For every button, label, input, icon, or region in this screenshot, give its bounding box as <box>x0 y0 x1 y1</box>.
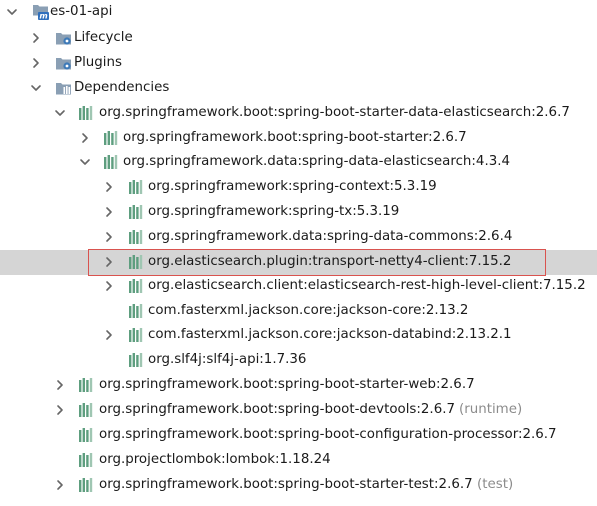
dependency-scope: (runtime) <box>459 402 523 417</box>
node-label: org.springframework.boot:spring-boot-dev… <box>99 402 455 417</box>
chevron-right-icon[interactable] <box>78 131 92 145</box>
maven-module-icon: m <box>32 3 50 21</box>
node-label: org.springframework.boot:spring-boot-con… <box>99 427 557 442</box>
library-icon <box>128 303 146 319</box>
node-label: org.elasticsearch.client:elasticsearch-r… <box>148 278 586 293</box>
library-icon <box>128 254 146 270</box>
dependency-node[interactable]: org.springframework.data:spring-data-com… <box>0 225 597 250</box>
node-label: es-01-api <box>50 4 113 19</box>
library-icon <box>128 179 146 195</box>
dependency-node[interactable]: com.fasterxml.jackson.core:jackson-datab… <box>0 323 597 348</box>
library-icon <box>128 278 146 294</box>
chevron-right-icon[interactable] <box>102 279 116 293</box>
node-label: org.slf4j:slf4j-api:1.7.36 <box>148 352 307 367</box>
chevron-down-icon[interactable] <box>29 81 43 95</box>
chevron-right-icon[interactable] <box>53 478 67 492</box>
folder-gear-icon <box>55 30 73 46</box>
node-label: org.springframework.boot:spring-boot-sta… <box>99 477 473 492</box>
node-label: org.projectlombok:lombok:1.18.24 <box>99 452 331 467</box>
node-label: org.springframework:spring-tx:5.3.19 <box>148 204 400 219</box>
dependency-node[interactable]: org.springframework:spring-tx:5.3.19 <box>0 200 597 225</box>
dependency-node[interactable]: org.projectlombok:lombok:1.18.24 <box>0 448 597 473</box>
chevron-right-icon[interactable] <box>53 378 67 392</box>
dependency-node[interactable]: org.springframework.boot:spring-boot-sta… <box>0 126 597 151</box>
chevron-right-icon[interactable] <box>102 180 116 194</box>
library-icon <box>78 402 96 418</box>
chevron-right-icon[interactable] <box>53 403 67 417</box>
dependency-scope: (test) <box>477 477 514 492</box>
dependency-node[interactable]: org.springframework.boot:spring-boot-dev… <box>0 398 597 423</box>
tree-folder-node[interactable]: Dependencies <box>0 76 597 101</box>
node-label: org.springframework.boot:spring-boot-sta… <box>99 377 475 392</box>
library-icon <box>103 154 121 170</box>
chevron-right-icon[interactable] <box>29 31 43 45</box>
dependency-node[interactable]: org.elasticsearch.client:elasticsearch-r… <box>0 274 597 299</box>
chevron-right-icon[interactable] <box>102 205 116 219</box>
node-label: Lifecycle <box>74 30 133 45</box>
library-icon <box>128 204 146 220</box>
chevron-down-icon[interactable] <box>53 106 67 120</box>
dependency-node[interactable]: org.slf4j:slf4j-api:1.7.36 <box>0 348 597 373</box>
node-label: org.springframework.data:spring-data-com… <box>148 229 513 244</box>
chevron-right-icon[interactable] <box>29 56 43 70</box>
dependency-node[interactable]: com.fasterxml.jackson.core:jackson-core:… <box>0 299 597 324</box>
library-icon <box>78 105 96 121</box>
folder-library-icon <box>55 80 73 96</box>
library-icon <box>128 229 146 245</box>
library-icon <box>128 327 146 343</box>
dependency-node[interactable]: org.springframework.boot:spring-boot-sta… <box>0 473 597 498</box>
chevron-down-icon[interactable] <box>5 5 19 19</box>
library-icon <box>78 452 96 468</box>
project-node[interactable]: m es-01-api <box>0 0 597 25</box>
chevron-right-icon[interactable] <box>102 328 116 342</box>
dependency-node[interactable]: org.springframework.boot:spring-boot-sta… <box>0 373 597 398</box>
node-label: org.elasticsearch.plugin:transport-netty… <box>148 254 512 269</box>
dependency-node[interactable]: org.springframework.boot:spring-boot-sta… <box>0 101 597 126</box>
folder-gear-icon <box>55 55 73 71</box>
svg-text:m: m <box>39 12 47 21</box>
chevron-right-icon[interactable] <box>102 255 116 269</box>
node-label: Plugins <box>74 55 122 70</box>
node-label: org.springframework.boot:spring-boot-sta… <box>123 130 467 145</box>
tree-folder-node[interactable]: Plugins <box>0 51 597 76</box>
node-label: org.springframework:spring-context:5.3.1… <box>148 179 437 194</box>
node-label: org.springframework.boot:spring-boot-sta… <box>99 105 570 120</box>
dependency-node[interactable]: org.springframework.boot:spring-boot-con… <box>0 423 597 448</box>
chevron-right-icon[interactable] <box>102 230 116 244</box>
dependency-node[interactable]: org.springframework.data:spring-data-ela… <box>0 150 597 175</box>
chevron-down-icon[interactable] <box>78 155 92 169</box>
node-label: com.fasterxml.jackson.core:jackson-datab… <box>148 327 512 342</box>
library-icon <box>128 352 146 368</box>
library-icon <box>78 377 96 393</box>
node-label: com.fasterxml.jackson.core:jackson-core:… <box>148 303 469 318</box>
library-icon <box>78 427 96 443</box>
node-label: org.springframework.data:spring-data-ela… <box>123 154 511 169</box>
node-label: Dependencies <box>74 80 170 95</box>
library-icon <box>78 477 96 493</box>
library-icon <box>103 130 121 146</box>
dependency-node[interactable]: org.elasticsearch.plugin:transport-netty… <box>0 250 597 275</box>
dependency-node[interactable]: org.springframework:spring-context:5.3.1… <box>0 175 597 200</box>
tree-folder-node[interactable]: Lifecycle <box>0 26 597 51</box>
